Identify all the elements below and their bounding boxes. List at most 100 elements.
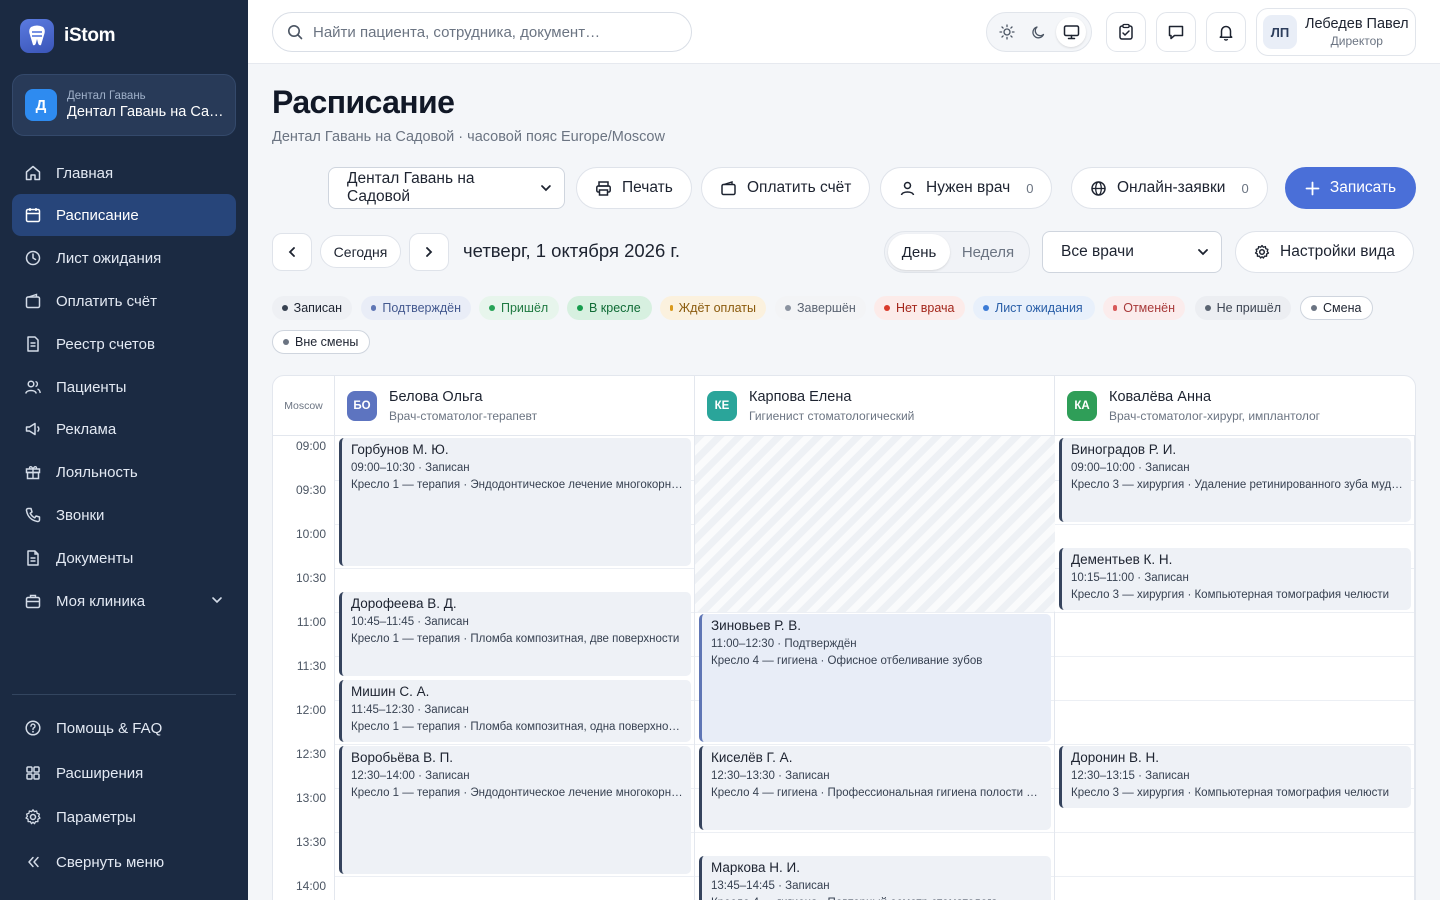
printer-icon <box>596 180 611 196</box>
status-chip[interactable]: Ждёт оплаты <box>660 296 766 320</box>
appointment-card[interactable]: Дементьев К. Н. 10:15–11:00 · Записан Кр… <box>1059 548 1411 610</box>
doctor-schedule-column[interactable]: Виноградов Р. И. 09:00–10:00 · Записан К… <box>1055 436 1415 900</box>
page-title: Расписание <box>272 84 455 120</box>
sidebar-item-collapse[interactable]: Свернуть меню <box>12 841 236 883</box>
status-chip[interactable]: Отменён <box>1103 296 1185 320</box>
view-settings-button[interactable]: Настройки вида <box>1235 231 1414 273</box>
status-dot-icon <box>785 305 791 311</box>
slot-divider <box>695 831 1054 833</box>
doctor-header[interactable]: БО Белова Ольга Врач-стоматолог-терапевт <box>335 376 695 436</box>
status-chip[interactable]: В кресле <box>567 296 652 320</box>
book-appointment-label: Записать <box>1329 179 1397 196</box>
schedule-grid: Moscow БО Белова Ольга Врач-стоматолог-т… <box>272 375 1416 900</box>
status-chip[interactable]: Смена <box>1300 296 1373 320</box>
sidebar-item-receipt[interactable]: Реестр счетов <box>12 323 236 365</box>
doctor-schedule-column[interactable]: Зиновьев Р. В. 11:00–12:30 · Подтверждён… <box>695 436 1055 900</box>
today-button[interactable]: Сегодня <box>320 235 401 268</box>
appointment-card[interactable]: Виноградов Р. И. 09:00–10:00 · Записан К… <box>1059 438 1411 522</box>
status-chip[interactable]: Подтверждён <box>361 296 471 320</box>
sidebar-item-phone[interactable]: Звонки <box>12 494 236 536</box>
pay-invoice-button[interactable]: Оплатить счёт <box>701 167 871 209</box>
status-chip[interactable]: Завершён <box>775 296 866 320</box>
clinic-avatar: Д <box>25 89 57 121</box>
user-menu[interactable]: ЛП Лебедев Павел Директор <box>1256 8 1416 56</box>
chevron-down-icon <box>210 593 224 611</box>
tasks-button[interactable] <box>1106 12 1146 52</box>
sidebar-item-briefcase[interactable]: Моя клиника <box>12 580 236 622</box>
doctor-name: Карпова Елена <box>749 389 852 405</box>
status-chip[interactable]: Пришёл <box>479 296 559 320</box>
doctor-schedule-column[interactable]: Горбунов М. Ю. 09:00–10:30 · Записан Кре… <box>335 436 695 900</box>
need-doctor-count: 0 <box>1026 180 1034 196</box>
status-chip[interactable]: Записан <box>272 296 352 320</box>
sidebar-item-document[interactable]: Документы <box>12 537 236 579</box>
need-doctor-button[interactable]: Нужен врач 0 <box>880 167 1053 209</box>
sidebar-item-gift[interactable]: Лояльность <box>12 451 236 493</box>
sidebar-item-megaphone[interactable]: Реклама <box>12 408 236 450</box>
time-label: 14:00 <box>295 879 326 893</box>
sidebar-item-wallet[interactable]: Оплатить счёт <box>12 280 236 322</box>
sidebar-item-label: Пациенты <box>56 378 127 396</box>
status-chip[interactable]: Нет врача <box>874 296 965 320</box>
sidebar-item-users[interactable]: Пациенты <box>12 366 236 408</box>
messages-button[interactable] <box>1156 12 1196 52</box>
clinic-name: Дентал Гавань на Садовой <box>67 104 223 120</box>
status-chip-label: Не пришёл <box>1216 301 1281 315</box>
sidebar-divider <box>12 694 236 695</box>
time-label: 10:00 <box>295 527 326 541</box>
appointment-time: 13:45–14:45 · Записан <box>711 880 830 892</box>
sidebar-item-puzzle[interactable]: Расширения <box>12 752 236 794</box>
doctors-filter-select[interactable]: Все врачи <box>1042 231 1222 273</box>
time-label: 11:00 <box>296 615 326 629</box>
appointment-card[interactable]: Маркова Н. И. 13:45–14:45 · Записан Крес… <box>699 856 1051 900</box>
appointment-card[interactable]: Горбунов М. Ю. 09:00–10:30 · Записан Кре… <box>339 438 691 566</box>
sidebar-item-home[interactable]: Главная <box>12 152 236 194</box>
theme-light-button[interactable] <box>992 17 1022 47</box>
theme-dark-button[interactable] <box>1024 17 1054 47</box>
next-day-button[interactable] <box>409 233 449 271</box>
appointment-time: 12:30–13:15 · Записан <box>1071 770 1190 782</box>
sidebar-item-clock[interactable]: Лист ожидания <box>12 237 236 279</box>
appointment-card[interactable]: Дорофеева В. Д. 10:45–11:45 · Записан Кр… <box>339 592 691 676</box>
previous-day-button[interactable] <box>272 233 312 271</box>
status-chip-label: В кресле <box>589 301 641 315</box>
appointment-card[interactable]: Доронин В. Н. 12:30–13:15 · Записан Крес… <box>1059 746 1411 808</box>
sidebar-item-label: Помощь & FAQ <box>56 719 163 737</box>
theme-system-button[interactable] <box>1056 17 1086 47</box>
status-chip[interactable]: Не пришёл <box>1195 296 1291 320</box>
sidebar-item-calendar[interactable]: Расписание <box>12 194 236 236</box>
notifications-button[interactable] <box>1206 12 1246 52</box>
doctor-header[interactable]: КА Ковалёва Анна Врач-стоматолог-хирург,… <box>1055 376 1415 436</box>
appointment-card[interactable]: Мишин С. А. 11:45–12:30 · Записан Кресло… <box>339 680 691 742</box>
sidebar-item-label: Расширения <box>56 764 144 782</box>
sidebar-item-gear[interactable]: Параметры <box>12 796 236 838</box>
book-appointment-button[interactable]: Записать <box>1285 167 1416 209</box>
appointment-patient: Воробьёва В. П. <box>351 750 454 765</box>
doctor-header[interactable]: КЕ Карпова Елена Гигиенист стоматологиче… <box>695 376 1055 436</box>
app-logo[interactable]: iStom <box>20 19 116 53</box>
time-label: 10:30 <box>295 571 326 585</box>
search-input[interactable] <box>313 23 673 41</box>
appointment-card[interactable]: Воробьёва В. П. 12:30–14:00 · Записан Кр… <box>339 746 691 874</box>
appointment-card[interactable]: Зиновьев Р. В. 11:00–12:30 · Подтверждён… <box>699 614 1051 742</box>
appointment-description: Кресло 4 — гигиена · Офисное отбеливание… <box>711 655 983 667</box>
appointment-patient: Виноградов Р. И. <box>1071 442 1177 457</box>
doctor-specialty: Врач-стоматолог-терапевт <box>389 409 538 423</box>
status-chip-label: Завершён <box>797 301 856 315</box>
online-requests-button[interactable]: Онлайн-заявки 0 <box>1071 167 1268 209</box>
view-week-tab[interactable]: Неделя <box>950 234 1026 270</box>
branch-select[interactable]: Дентал Гавань на Садовой <box>328 167 565 209</box>
sidebar-item-help[interactable]: Помощь & FAQ <box>12 707 236 749</box>
status-chip-label: Смена <box>1323 301 1362 315</box>
status-chip[interactable]: Лист ожидания <box>973 296 1095 320</box>
view-day-tab[interactable]: День <box>888 234 950 270</box>
appointment-card[interactable]: Киселёв Г. А. 12:30–13:30 · Записан Крес… <box>699 746 1051 830</box>
gear-icon <box>1254 244 1270 259</box>
print-button[interactable]: Печать <box>576 167 692 209</box>
clinic-switcher[interactable]: Д Дентал Гавань Дентал Гавань на Садовой <box>12 74 236 136</box>
tooth-logo-icon <box>20 19 54 53</box>
global-search[interactable] <box>272 12 692 52</box>
slot-divider <box>335 875 694 877</box>
slot-divider <box>1055 743 1414 745</box>
status-chip[interactable]: Вне смены <box>272 330 370 354</box>
